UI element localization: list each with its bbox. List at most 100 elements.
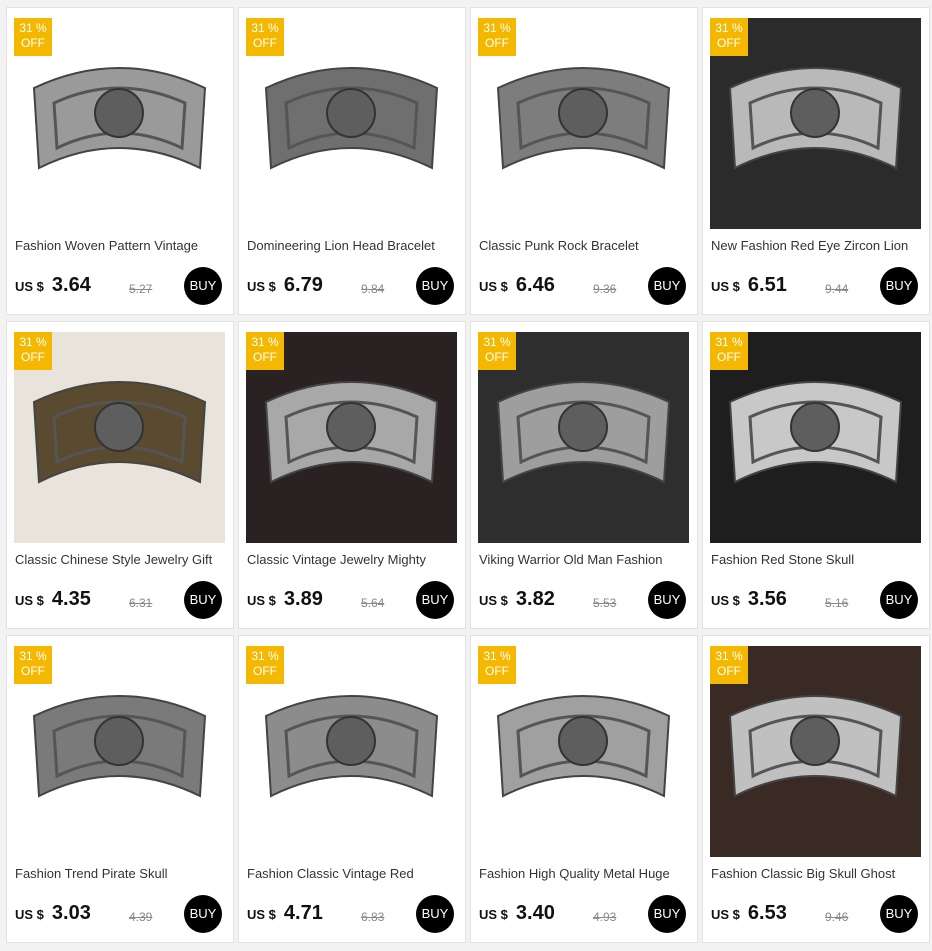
product-title[interactable]: Fashion High Quality Metal Huge: [479, 866, 691, 881]
discount-off: OFF: [485, 664, 509, 678]
product-card[interactable]: 31 % OFF Domineering Lion Head Bracelet …: [238, 7, 466, 315]
product-title[interactable]: Viking Warrior Old Man Fashion: [479, 552, 691, 567]
product-price: 6.79: [283, 274, 323, 296]
product-image[interactable]: 31 % OFF: [478, 332, 689, 543]
product-card[interactable]: 31 % OFF Viking Warrior Old Man Fashion …: [470, 321, 698, 629]
buy-button[interactable]: BUY: [184, 581, 222, 619]
product-image[interactable]: 31 % OFF: [14, 18, 225, 229]
product-card[interactable]: 31 % OFF Classic Punk Rock Bracelet US $…: [470, 7, 698, 315]
price-row: US $ 6.46: [479, 274, 555, 297]
currency-label: US $: [479, 907, 508, 922]
original-price: 4.39: [129, 910, 153, 924]
product-card[interactable]: 31 % OFF Fashion Classic Vintage Red US …: [238, 635, 466, 943]
product-image[interactable]: 31 % OFF: [246, 18, 457, 229]
price-row: US $ 4.71: [247, 902, 323, 925]
product-card[interactable]: 31 % OFF Classic Chinese Style Jewelry G…: [6, 321, 234, 629]
original-price: 9.46: [825, 910, 849, 924]
product-image[interactable]: 31 % OFF: [14, 332, 225, 543]
discount-badge: 31 % OFF: [710, 646, 748, 684]
product-title[interactable]: New Fashion Red Eye Zircon Lion: [711, 238, 923, 253]
product-title[interactable]: Classic Chinese Style Jewelry Gift: [15, 552, 227, 567]
product-price: 6.46: [515, 274, 555, 296]
product-image[interactable]: 31 % OFF: [710, 646, 921, 857]
discount-off: OFF: [21, 36, 45, 50]
buy-button[interactable]: BUY: [184, 267, 222, 305]
discount-off: OFF: [21, 664, 45, 678]
buy-button[interactable]: BUY: [416, 895, 454, 933]
discount-percent: 31 %: [715, 649, 743, 663]
product-card[interactable]: 31 % OFF Fashion Woven Pattern Vintage U…: [6, 7, 234, 315]
currency-label: US $: [247, 907, 276, 922]
discount-percent: 31 %: [19, 335, 47, 349]
original-price: 6.31: [129, 596, 153, 610]
discount-off: OFF: [485, 350, 509, 364]
product-title[interactable]: Classic Punk Rock Bracelet: [479, 238, 691, 253]
product-price: 3.40: [515, 902, 555, 924]
product-title[interactable]: Fashion Woven Pattern Vintage: [15, 238, 227, 253]
product-title[interactable]: Fashion Trend Pirate Skull: [15, 866, 227, 881]
product-card[interactable]: 31 % OFF Fashion Red Stone Skull US $ 3.…: [702, 321, 930, 629]
discount-badge: 31 % OFF: [246, 646, 284, 684]
product-image[interactable]: 31 % OFF: [14, 646, 225, 857]
product-image[interactable]: 31 % OFF: [246, 646, 457, 857]
discount-badge: 31 % OFF: [14, 646, 52, 684]
product-title[interactable]: Fashion Classic Vintage Red: [247, 866, 459, 881]
buy-button[interactable]: BUY: [416, 581, 454, 619]
discount-badge: 31 % OFF: [14, 18, 52, 56]
product-price: 3.03: [51, 902, 91, 924]
discount-percent: 31 %: [251, 649, 279, 663]
discount-percent: 31 %: [715, 335, 743, 349]
product-price: 3.89: [283, 588, 323, 610]
product-price: 3.82: [515, 588, 555, 610]
price-row: US $ 3.03: [15, 902, 91, 925]
original-price: 5.27: [129, 282, 153, 296]
currency-label: US $: [247, 593, 276, 608]
product-image[interactable]: 31 % OFF: [710, 332, 921, 543]
product-image[interactable]: 31 % OFF: [246, 332, 457, 543]
product-title[interactable]: Classic Vintage Jewelry Mighty: [247, 552, 459, 567]
price-row: US $ 6.79: [247, 274, 323, 297]
buy-button[interactable]: BUY: [184, 895, 222, 933]
product-card[interactable]: 31 % OFF Fashion Classic Big Skull Ghost…: [702, 635, 930, 943]
product-image[interactable]: 31 % OFF: [478, 18, 689, 229]
buy-button[interactable]: BUY: [880, 581, 918, 619]
original-price: 9.36: [593, 282, 617, 296]
discount-off: OFF: [485, 36, 509, 50]
discount-off: OFF: [21, 350, 45, 364]
buy-button[interactable]: BUY: [648, 267, 686, 305]
original-price: 6.83: [361, 910, 385, 924]
price-row: US $ 6.53: [711, 902, 787, 925]
product-price: 6.51: [747, 274, 787, 296]
product-image[interactable]: 31 % OFF: [710, 18, 921, 229]
discount-badge: 31 % OFF: [478, 646, 516, 684]
price-row: US $ 3.56: [711, 588, 787, 611]
buy-button[interactable]: BUY: [648, 581, 686, 619]
currency-label: US $: [479, 593, 508, 608]
original-price: 5.16: [825, 596, 849, 610]
discount-off: OFF: [717, 350, 741, 364]
discount-badge: 31 % OFF: [478, 18, 516, 56]
product-card[interactable]: 31 % OFF New Fashion Red Eye Zircon Lion…: [702, 7, 930, 315]
product-title[interactable]: Domineering Lion Head Bracelet: [247, 238, 459, 253]
buy-button[interactable]: BUY: [880, 895, 918, 933]
product-card[interactable]: 31 % OFF Classic Vintage Jewelry Mighty …: [238, 321, 466, 629]
product-title[interactable]: Fashion Red Stone Skull: [711, 552, 923, 567]
product-price: 4.71: [283, 902, 323, 924]
product-card[interactable]: 31 % OFF Fashion Trend Pirate Skull US $…: [6, 635, 234, 943]
buy-button[interactable]: BUY: [416, 267, 454, 305]
discount-percent: 31 %: [251, 21, 279, 35]
discount-percent: 31 %: [715, 21, 743, 35]
price-row: US $ 6.51: [711, 274, 787, 297]
product-image[interactable]: 31 % OFF: [478, 646, 689, 857]
product-price: 3.64: [51, 274, 91, 296]
discount-percent: 31 %: [251, 335, 279, 349]
product-title[interactable]: Fashion Classic Big Skull Ghost: [711, 866, 923, 881]
currency-label: US $: [15, 279, 44, 294]
original-price: 4.93: [593, 910, 617, 924]
discount-off: OFF: [253, 36, 277, 50]
buy-button[interactable]: BUY: [880, 267, 918, 305]
discount-badge: 31 % OFF: [246, 332, 284, 370]
product-card[interactable]: 31 % OFF Fashion High Quality Metal Huge…: [470, 635, 698, 943]
price-row: US $ 3.40: [479, 902, 555, 925]
buy-button[interactable]: BUY: [648, 895, 686, 933]
